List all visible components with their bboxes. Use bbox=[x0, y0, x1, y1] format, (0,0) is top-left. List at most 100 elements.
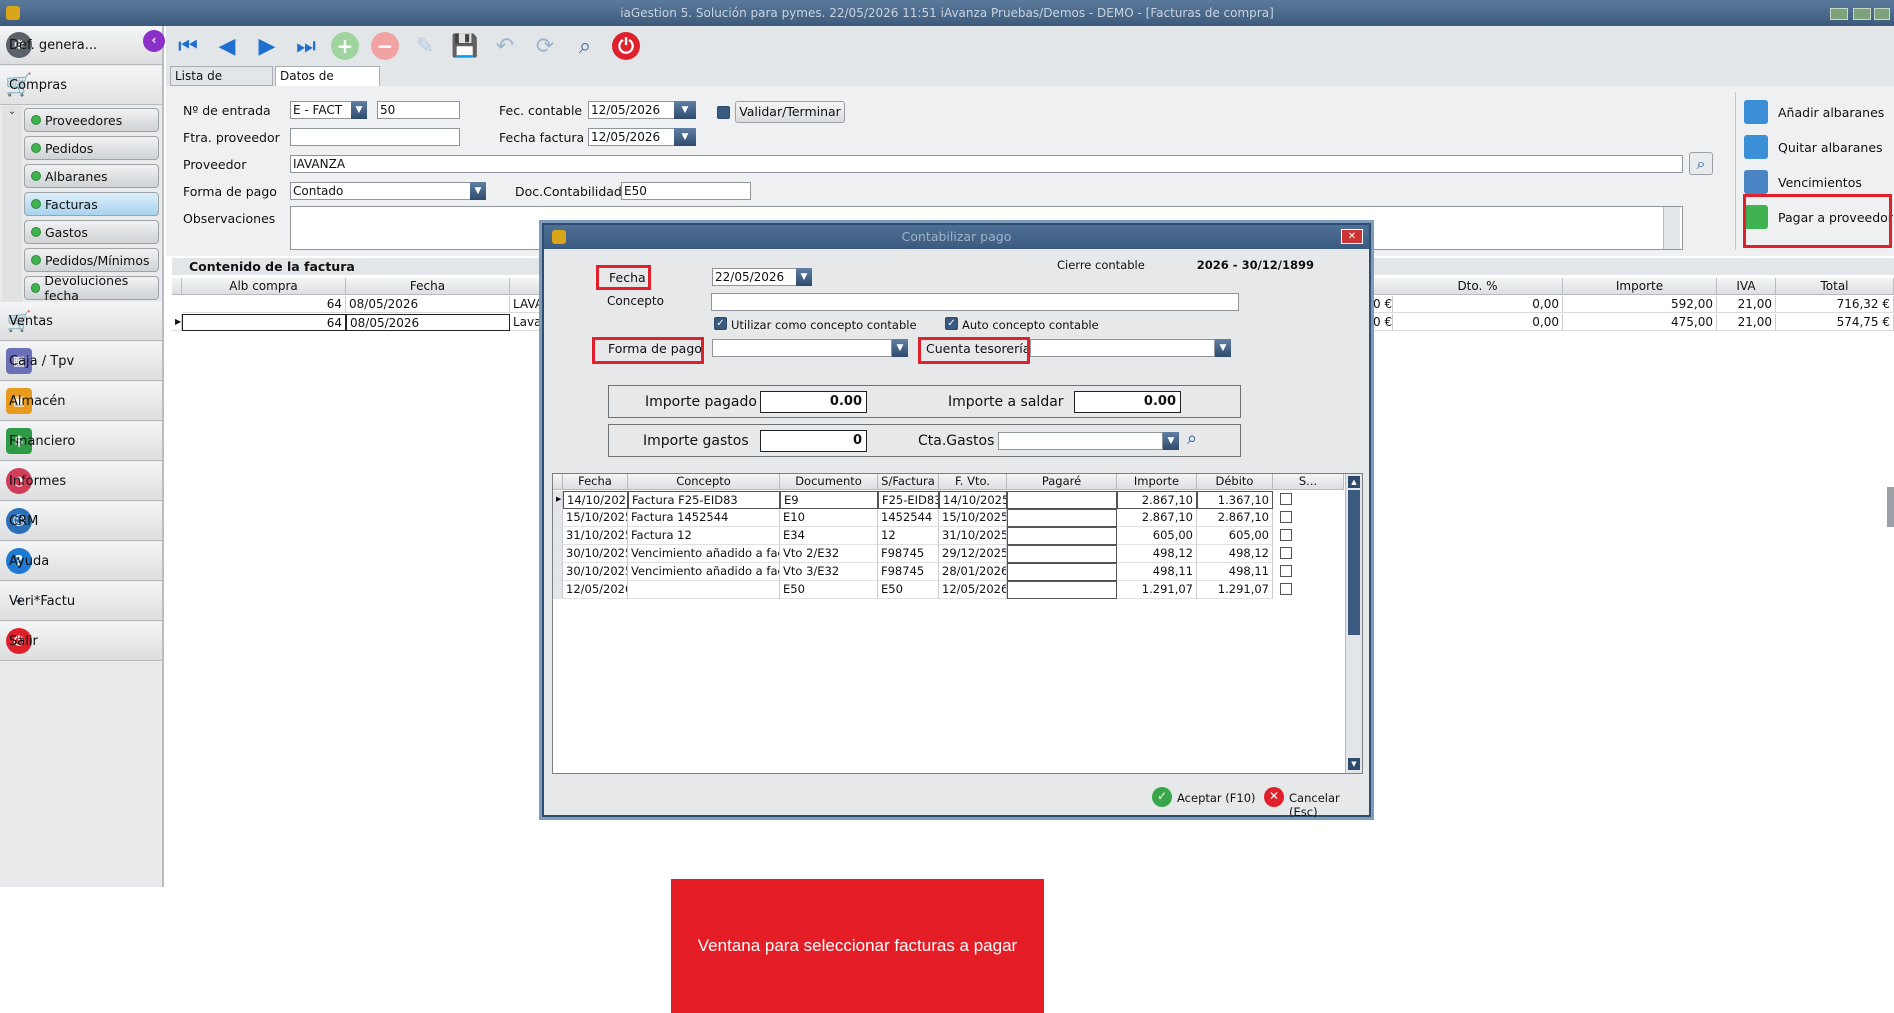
select-checkbox[interactable] bbox=[1280, 511, 1292, 523]
column-iva[interactable]: IVA bbox=[1717, 278, 1776, 295]
menu-verifactu[interactable]: ✦ Veri*Factu bbox=[0, 582, 162, 621]
doc-contabilidad-input[interactable]: E50 bbox=[621, 182, 751, 200]
select-checkbox[interactable] bbox=[1280, 565, 1292, 577]
grid-scrollbar[interactable] bbox=[1887, 487, 1894, 527]
cuenta-tesoreria-select[interactable] bbox=[1030, 339, 1215, 357]
chevron-down-icon[interactable]: ⌄ bbox=[2, 106, 22, 117]
menu-ayuda[interactable]: ? Ayuda bbox=[0, 542, 162, 581]
cta-gastos-select[interactable] bbox=[998, 432, 1163, 450]
refresh-icon[interactable]: ⟳ bbox=[531, 32, 559, 60]
column-documento[interactable]: Documento bbox=[780, 474, 878, 490]
column-pagare[interactable]: Pagaré bbox=[1007, 474, 1117, 490]
select-checkbox[interactable] bbox=[1280, 529, 1292, 541]
calendar-dropdown-icon[interactable]: ▼ bbox=[674, 128, 696, 146]
scroll-up-icon[interactable]: ▲ bbox=[1348, 476, 1360, 488]
fecha-input[interactable]: 22/05/2026 bbox=[712, 268, 798, 286]
add-albaranes-button[interactable]: Añadir albaranes bbox=[1744, 97, 1884, 127]
sidebar-item-albaranes[interactable]: Albaranes bbox=[24, 164, 159, 188]
chevron-down-icon[interactable]: ▼ bbox=[351, 101, 367, 119]
minimize-button[interactable] bbox=[1830, 8, 1848, 20]
aceptar-button[interactable]: Aceptar (F10) bbox=[1177, 791, 1256, 805]
cancelar-button[interactable]: Cancelar (Esc) bbox=[1289, 791, 1369, 819]
select-checkbox[interactable] bbox=[1280, 547, 1292, 559]
entrada-serie-select[interactable]: E - FACT bbox=[290, 101, 358, 119]
vencimientos-button[interactable]: Vencimientos bbox=[1744, 167, 1862, 197]
menu-salir[interactable]: ⏻ Salir bbox=[0, 622, 162, 661]
column-fecha[interactable]: Fecha bbox=[346, 278, 510, 295]
auto-concepto-checkbox[interactable]: ✓ bbox=[945, 317, 958, 330]
last-record-icon[interactable]: ⏭ bbox=[292, 32, 320, 60]
scroll-thumb[interactable] bbox=[1348, 490, 1360, 635]
edit-icon[interactable]: ✎ bbox=[411, 32, 439, 60]
column-total[interactable]: Total bbox=[1776, 278, 1894, 295]
previous-record-icon[interactable]: ◀ bbox=[213, 32, 241, 60]
remove-albaranes-button[interactable]: Quitar albaranes bbox=[1744, 132, 1883, 162]
collapse-sidebar-button[interactable]: ‹ bbox=[143, 30, 165, 52]
sidebar-item-pedidos-minimos[interactable]: Pedidos/Mínimos bbox=[24, 248, 159, 272]
sidebar-item-proveedores[interactable]: Proveedores bbox=[24, 108, 159, 132]
chevron-down-icon[interactable]: ▼ bbox=[470, 182, 486, 200]
fec-contable-input[interactable]: 12/05/2026 bbox=[588, 101, 676, 119]
column-debito[interactable]: Débito bbox=[1197, 474, 1273, 490]
column-importe[interactable]: Importe bbox=[1563, 278, 1717, 295]
column-concepto[interactable]: Concepto bbox=[628, 474, 780, 490]
add-icon[interactable]: + bbox=[331, 32, 359, 60]
column-importe[interactable]: Importe bbox=[1117, 474, 1197, 490]
cancel-icon[interactable]: ✕ bbox=[1264, 787, 1284, 807]
remove-icon[interactable]: − bbox=[371, 32, 399, 60]
undo-icon[interactable]: ↶ bbox=[491, 32, 519, 60]
sidebar-item-facturas[interactable]: Facturas bbox=[24, 192, 159, 216]
calendar-dropdown-icon[interactable]: ▼ bbox=[796, 268, 812, 286]
proveedor-input[interactable]: IAVANZA bbox=[290, 155, 1683, 173]
menu-informes[interactable]: ◔ Informes bbox=[0, 462, 162, 501]
menu-financiero[interactable]: $ Financiero bbox=[0, 422, 162, 461]
scroll-down-icon[interactable]: ▼ bbox=[1348, 758, 1360, 770]
close-window-button[interactable] bbox=[1874, 8, 1890, 20]
search-icon[interactable]: ⌕ bbox=[1689, 152, 1713, 175]
next-record-icon[interactable]: ▶ bbox=[253, 32, 281, 60]
entrada-number-input[interactable]: 50 bbox=[377, 101, 460, 119]
sidebar-item-pedidos[interactable]: Pedidos bbox=[24, 136, 159, 160]
menu-almacen[interactable]: ▣ Almacén bbox=[0, 382, 162, 421]
menu-crm[interactable]: ☺ CRM bbox=[0, 502, 162, 541]
check-icon[interactable]: ✓ bbox=[1152, 787, 1172, 807]
search-icon[interactable]: ⌕ bbox=[1187, 428, 1197, 449]
grid-scrollbar[interactable]: ▲ ▼ bbox=[1345, 474, 1362, 773]
menu-caja-tpv[interactable]: ▦ Caja / Tpv bbox=[0, 342, 162, 381]
sidebar-item-gastos[interactable]: Gastos bbox=[24, 220, 159, 244]
menu-ventas[interactable]: 🛒 Ventas bbox=[0, 302, 162, 341]
forma-pago-select[interactable]: Contado bbox=[290, 182, 474, 200]
save-icon[interactable]: 💾 bbox=[451, 32, 479, 60]
select-checkbox[interactable] bbox=[1280, 493, 1292, 505]
chevron-down-icon[interactable]: ▼ bbox=[1163, 432, 1179, 450]
select-checkbox[interactable] bbox=[1280, 583, 1292, 595]
calendar-dropdown-icon[interactable]: ▼ bbox=[674, 101, 696, 119]
column-dto[interactable]: Dto. % bbox=[1393, 278, 1563, 295]
column-sfactura[interactable]: S/Factura bbox=[878, 474, 939, 490]
chevron-down-icon[interactable]: ▼ bbox=[1215, 339, 1231, 357]
search-list-icon[interactable]: ⌕ bbox=[571, 32, 599, 60]
column-fecha[interactable]: Fecha bbox=[563, 474, 628, 490]
importe-pagado-input[interactable]: 0.00 bbox=[760, 391, 867, 413]
validar-checkbox[interactable] bbox=[717, 106, 730, 119]
concepto-input[interactable] bbox=[711, 293, 1239, 311]
chevron-down-icon[interactable]: ▼ bbox=[892, 339, 908, 357]
column-alb-compra[interactable]: Alb compra bbox=[182, 278, 346, 295]
ftra-proveedor-input[interactable] bbox=[290, 128, 460, 146]
importe-saldar-input[interactable]: 0.00 bbox=[1074, 391, 1181, 413]
forma-pago-select[interactable] bbox=[712, 339, 892, 357]
power-icon[interactable]: ⏻ bbox=[612, 32, 640, 60]
menu-compras[interactable]: 🛒 Compras bbox=[0, 66, 162, 105]
column-fvto[interactable]: F. Vto. bbox=[939, 474, 1007, 490]
maximize-button[interactable] bbox=[1853, 8, 1871, 20]
column-s[interactable]: S... bbox=[1273, 474, 1344, 490]
tab-lista-facturas[interactable]: Lista de facturas bbox=[170, 66, 273, 101]
fecha-factura-input[interactable]: 12/05/2026 bbox=[588, 128, 676, 146]
observaciones-scrollbar[interactable] bbox=[1663, 207, 1680, 249]
close-icon[interactable]: ✕ bbox=[1341, 229, 1363, 244]
validar-terminar-button[interactable]: Validar/Terminar bbox=[735, 101, 845, 123]
sidebar-item-devoluciones[interactable]: Devoluciones fecha bbox=[24, 273, 159, 303]
concepto-contable-checkbox[interactable]: ✓ bbox=[714, 317, 727, 330]
sidebar-header[interactable]: ⚙ Def. genera... bbox=[0, 26, 162, 65]
first-record-icon[interactable]: ⏮ bbox=[174, 32, 202, 60]
